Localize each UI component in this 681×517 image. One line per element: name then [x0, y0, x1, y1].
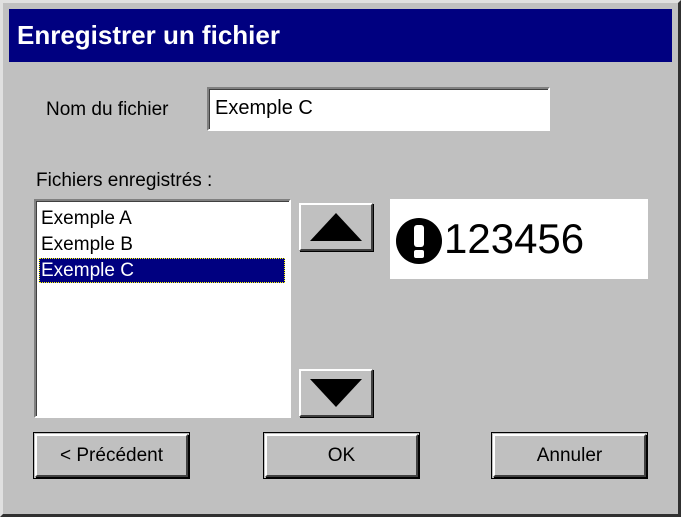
list-item[interactable]: Exemple A [39, 206, 285, 231]
ok-button[interactable]: OK [265, 434, 418, 477]
scroll-down-button[interactable] [299, 369, 373, 417]
saved-files-list[interactable]: Exemple A Exemple B Exemple C [34, 199, 291, 418]
list-item-selected[interactable]: Exemple C [39, 258, 285, 283]
dialog-title: Enregistrer un fichier [9, 9, 672, 62]
arrow-up-icon [310, 213, 362, 241]
saved-files-label: Fichiers enregistrés : [36, 170, 213, 191]
back-button[interactable]: < Précédent [35, 434, 188, 477]
list-item[interactable]: Exemple B [39, 232, 285, 257]
preview-text: 123456 [444, 215, 585, 262]
label-preview: 123456 [390, 199, 648, 279]
cancel-button[interactable]: Annuler [493, 434, 646, 477]
arrow-down-icon [310, 379, 362, 407]
scroll-up-button[interactable] [299, 203, 373, 251]
exclamation-circle-icon [396, 218, 442, 264]
filename-input[interactable]: Exemple C [207, 87, 550, 131]
filename-label: Nom du fichier [46, 99, 169, 120]
